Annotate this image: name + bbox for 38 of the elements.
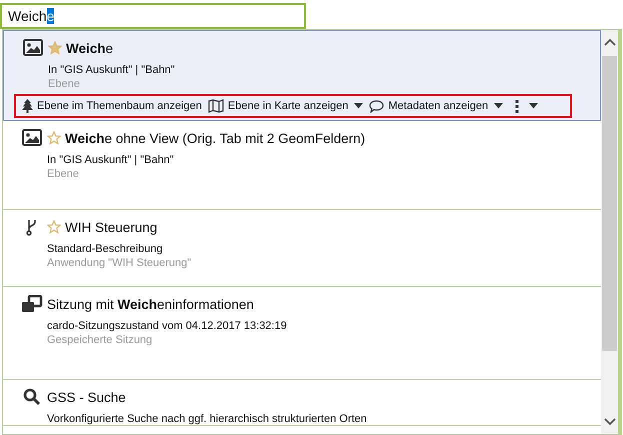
caret-icon bbox=[529, 103, 538, 109]
action-button[interactable]: Ebene im Themenbaum anzeigen bbox=[22, 99, 202, 113]
result-type: Ebene bbox=[48, 78, 81, 90]
windows-icon bbox=[21, 295, 43, 313]
image-icon bbox=[22, 129, 42, 146]
star-icon[interactable] bbox=[47, 131, 61, 145]
result-context: Vorkonfigurierte Suche nach ggf. hierarchisch strukturierten Orten bbox=[47, 413, 368, 425]
result-context: Standard-Beschreibung bbox=[47, 243, 164, 255]
more-button[interactable] bbox=[515, 100, 538, 112]
star-icon[interactable] bbox=[48, 41, 62, 55]
scroll-down-icon[interactable] bbox=[604, 418, 616, 426]
result-type: Anwendung "WIH Steuerung" bbox=[47, 257, 192, 269]
more-icon bbox=[515, 100, 520, 112]
star-icon[interactable] bbox=[47, 220, 61, 234]
speech-bubble-icon bbox=[369, 100, 384, 112]
action-button[interactable]: Ebene in Karte anzeigen bbox=[208, 99, 364, 113]
image-icon bbox=[23, 39, 43, 56]
caret-icon bbox=[354, 103, 364, 109]
result-context: In "GIS Auskunft" | "Bahn" bbox=[48, 64, 176, 76]
tree-icon bbox=[22, 99, 33, 113]
result-title: WIH Steuerung bbox=[65, 220, 158, 234]
result-context: In "GIS Auskunft" | "Bahn" bbox=[47, 154, 175, 166]
scrollbar[interactable] bbox=[601, 30, 618, 434]
result-title: Weiche bbox=[66, 40, 114, 56]
caret-icon bbox=[494, 103, 504, 109]
result-context: cardo-Sitzungszustand vom 04.12.2017 13:32:19 bbox=[47, 320, 288, 332]
scroll-up-icon[interactable] bbox=[604, 38, 616, 46]
map-icon bbox=[208, 99, 224, 113]
result-type: Ebene bbox=[47, 168, 80, 180]
result-title: GSS - Suche bbox=[47, 390, 126, 404]
result-item[interactable]: Weiche In "GIS Auskunft" | "Bahn" Ebene Ebene im Themenbaum anzeigen Ebene in Karte anzeigen Metadaten anzeigen bbox=[3, 30, 601, 121]
branch-icon bbox=[26, 218, 38, 236]
result-type: Gespeicherte Sitzung bbox=[47, 334, 154, 346]
result-title: Sitzung mit Weicheninformationen bbox=[47, 296, 254, 312]
action-button[interactable]: Metadaten anzeigen bbox=[369, 100, 504, 112]
result-title: Weiche ohne View (Orig. Tab mit 2 GeomFeldern) bbox=[65, 130, 366, 146]
search-icon bbox=[23, 388, 41, 406]
search-field[interactable]: Weiche bbox=[0, 3, 306, 29]
